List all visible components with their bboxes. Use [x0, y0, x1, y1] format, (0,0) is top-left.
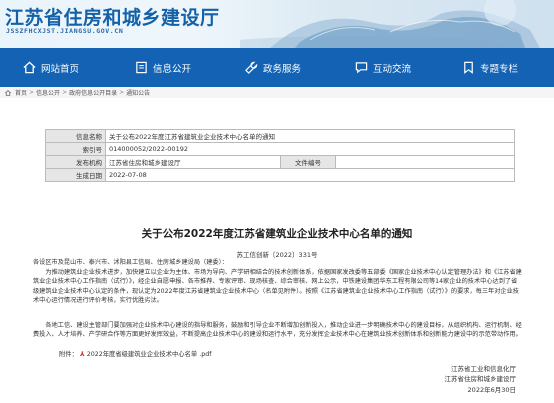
nav-label: 信息公开: [153, 63, 192, 75]
breadcrumb-info[interactable]: 信息公开: [36, 88, 60, 97]
wrench-icon: [245, 61, 258, 74]
signature-org-2: 江苏省住房和城乡建设厅: [444, 375, 517, 383]
info-title-value: 关于公布2022年度江苏省建筑业企业技术中心名单的通知: [105, 129, 515, 143]
nav-label: 网站首页: [41, 63, 80, 75]
breadcrumb-catalog[interactable]: 政府信息公开目录: [69, 88, 117, 97]
info-table: 信息名称 关于公布2022年度江苏省建筑业企业技术中心名单的通知 索引号 014…: [45, 129, 515, 182]
info-index-label: 索引号: [45, 142, 106, 156]
breadcrumb-home[interactable]: 首页: [15, 88, 27, 97]
table-row: 信息名称 关于公布2022年度江苏省建筑业企业技术中心名单的通知: [45, 129, 515, 143]
signature-org-1: 江苏省工业和信息化厅: [451, 365, 516, 373]
table-row: 生成日期 2022-07-08: [45, 168, 515, 182]
document-paragraph: 为推动建筑业企业技术进步，加快建立以企业为主体、市场为导向、产学研相结合的技术创…: [33, 269, 522, 304]
pdf-icon: ⅄: [79, 351, 85, 358]
stadium-illustration: [240, 0, 540, 48]
info-title-label: 信息名称: [45, 129, 106, 143]
nav-label: 专题专栏: [480, 63, 519, 75]
main-nav: 网站首页 信息公开 政务服务 互动交流 专题专栏: [0, 48, 554, 87]
breadcrumb-separator: >: [29, 89, 35, 96]
site-title[interactable]: 江苏省住房和城乡建设厅: [5, 3, 220, 30]
table-row: 发布机构 江苏省住房和城乡建设厅 文件编号: [45, 155, 515, 169]
info-index-value: 014000052/2022-00192: [105, 142, 515, 156]
info-docno-value: [335, 155, 515, 169]
info-date-value: 2022-07-08: [105, 168, 515, 182]
attachment-line: 附件： ⅄ 2022年度省级建筑业企业技术中心名单 .pdf: [59, 349, 211, 358]
signature-date: 2022年6月30日: [467, 386, 516, 394]
home-icon: [23, 61, 36, 74]
nav-label: 互动交流: [373, 63, 412, 75]
breadcrumb-notices[interactable]: 通知公告: [126, 88, 150, 97]
info-date-label: 生成日期: [45, 168, 106, 182]
nav-label: 政务服务: [263, 63, 302, 75]
document-paragraph: 各设区市及昆山市、泰兴市、沭阳县工信局、住房城乡建设局（建委）：: [33, 259, 228, 266]
table-row: 索引号 014000052/2022-00192: [45, 142, 515, 156]
breadcrumb: 首页 > 信息公开 > 政府信息公开目录 > 通知公告: [0, 87, 554, 98]
site-domain: JSSZFHCXJST.JIANGSU.GOV.CN: [6, 27, 124, 35]
attachment-link[interactable]: 2022年度省级建筑业企业技术中心名单 .pdf: [87, 351, 212, 358]
nav-info[interactable]: 信息公开: [135, 48, 191, 87]
nav-topics[interactable]: 专题专栏: [462, 48, 518, 87]
bookmark-icon: [464, 61, 473, 74]
breadcrumb-separator: >: [119, 89, 125, 96]
nav-services[interactable]: 政务服务: [245, 48, 301, 87]
attachment-prefix: 附件：: [59, 351, 78, 358]
document-paragraph: 各地工信、建设主管部门要加强对企业技术中心建设的指导和服务，鼓励和引导企业不断增…: [33, 322, 522, 339]
chat-icon: [355, 62, 368, 74]
document-title: 关于公布2022年度江苏省建筑业企业技术中心名单的通知: [141, 228, 413, 240]
breadcrumb-separator: >: [62, 89, 68, 96]
info-publisher-value: 江苏省住房和城乡建设厅: [105, 155, 281, 169]
nav-interaction[interactable]: 互动交流: [355, 48, 411, 87]
book-icon: [136, 61, 147, 74]
site-banner: 江苏省住房和城乡建设厅 JSSZFHCXJST.JIANGSU.GOV.CN: [0, 0, 554, 48]
info-publisher-label: 发布机构: [45, 155, 106, 169]
home-icon: [5, 89, 11, 96]
nav-home[interactable]: 网站首页: [23, 48, 79, 87]
info-docno-label: 文件编号: [280, 155, 336, 169]
